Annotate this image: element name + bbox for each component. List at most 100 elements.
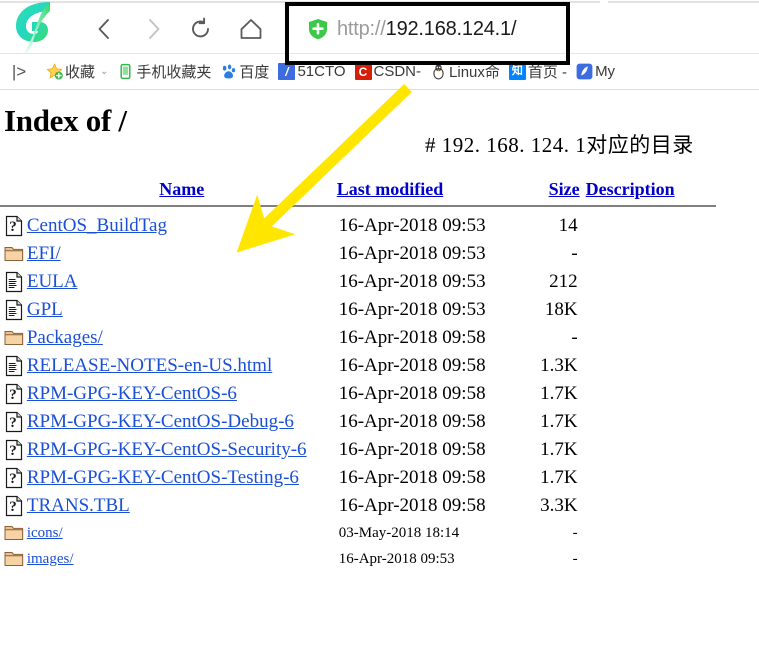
row-modified-cell: 16-Apr-2018 09:53 [338, 243, 486, 264]
bookmark-zhihu[interactable]: 知 首页 - [508, 57, 567, 87]
column-header-icon [0, 176, 27, 202]
bookmark-my[interactable]: My [576, 57, 615, 87]
browser-toolbar: http://192.168.124.1/ [0, 2, 759, 56]
row-name-cell: RPM-GPG-KEY-CentOS-Debug-6 [27, 408, 337, 436]
bookmark-favorites[interactable]: 收藏 ⌄ [46, 57, 108, 87]
row-description-cell [586, 380, 720, 408]
row-icon-cell: ? [0, 380, 27, 408]
file-link[interactable]: Packages/ [27, 327, 103, 348]
row-modified-cell: 03-May-2018 18:14 [338, 524, 460, 541]
row-size-cell: 3.3K [540, 495, 578, 516]
file-link[interactable]: RPM-GPG-KEY-CentOS-Testing-6 [27, 467, 299, 488]
file-link[interactable]: EULA [27, 271, 78, 292]
row-description-cell [586, 436, 720, 464]
folder-icon [4, 331, 24, 345]
directory-listing-body: ? CentOS_BuildTag 16-Apr-2018 09:53 14 EFI/1… [0, 212, 720, 572]
svg-text:?: ? [9, 387, 17, 403]
reload-button[interactable] [182, 10, 220, 48]
sort-by-description-link[interactable]: Description [586, 179, 675, 199]
file-link[interactable]: icons/ [27, 525, 63, 541]
bookmark-linux[interactable]: Linux命 [430, 57, 500, 87]
bookmark-label: Linux命 [449, 64, 500, 81]
row-modified-cell: 16-Apr-2018 09:53 [338, 550, 455, 567]
address-bar[interactable]: http://192.168.124.1/ [288, 9, 758, 49]
text-file-icon [5, 299, 23, 321]
svg-text:?: ? [9, 471, 17, 487]
bookmark-mobile-favorites[interactable]: 手机收藏夹 [117, 57, 211, 87]
chevron-right-icon [149, 19, 160, 39]
row-name-cell: GPL [27, 296, 337, 324]
folder-icon [4, 247, 24, 261]
row-icon-cell: ? [0, 492, 27, 520]
svg-text:?: ? [9, 219, 17, 235]
bookmark-label: My [595, 63, 616, 80]
table-row: RELEASE-NOTES-en-US.html 16-Apr-2018 09:5… [0, 352, 720, 380]
home-button[interactable] [232, 10, 270, 48]
column-header-description[interactable]: Description [586, 176, 720, 202]
bookmark-label: 百度 [239, 64, 270, 81]
file-link[interactable]: RPM-GPG-KEY-CentOS-6 [27, 383, 237, 404]
tab-seam [608, 1, 759, 3]
row-description-cell [586, 408, 720, 436]
folder-icon [4, 552, 24, 566]
chevron-down-icon[interactable]: ⌄ [100, 66, 108, 77]
home-icon [240, 19, 262, 39]
row-icon-cell [0, 546, 27, 572]
file-link[interactable]: RELEASE-NOTES-en-US.html [27, 355, 272, 376]
sort-by-name-link[interactable]: Name [159, 179, 204, 199]
svg-text:?: ? [9, 415, 17, 431]
text-file-icon [5, 271, 23, 293]
bookmark-baidu[interactable]: 百度 [220, 57, 269, 87]
back-button[interactable] [86, 10, 124, 48]
row-name-cell: RPM-GPG-KEY-CentOS-Security-6 [27, 436, 337, 464]
directory-index-page: Index of / # 192. 168. 124. 1对应的目录 Name … [0, 90, 759, 671]
unknown-file-icon: ? [5, 495, 23, 517]
table-row: Packages/16-Apr-2018 09:58 - [0, 324, 720, 352]
file-link[interactable]: GPL [27, 299, 63, 320]
row-description-cell [586, 268, 720, 296]
sort-by-size-link[interactable]: Size [549, 179, 580, 199]
row-icon-cell: ? [0, 436, 27, 464]
bookmarks-overflow-button[interactable]: |> [6, 62, 32, 82]
row-name-cell: TRANS.TBL [27, 492, 337, 520]
row-description-cell [586, 324, 720, 352]
svg-text:?: ? [9, 499, 17, 515]
file-link[interactable]: RPM-GPG-KEY-CentOS-Security-6 [27, 439, 307, 460]
green-shield-plus-icon[interactable] [308, 18, 328, 40]
penguin-icon [430, 63, 447, 80]
row-name-cell: CentOS_BuildTag [27, 212, 337, 240]
row-icon-cell [0, 296, 27, 324]
baidu-paw-icon [220, 63, 237, 80]
row-size-cell: - [571, 243, 578, 264]
row-size-cell: 212 [549, 271, 578, 292]
unknown-file-icon: ? [5, 383, 23, 405]
column-header-name[interactable]: Name [27, 176, 337, 202]
file-link[interactable]: RPM-GPG-KEY-CentOS-Debug-6 [27, 411, 294, 432]
reload-icon [192, 17, 209, 38]
column-header-size[interactable]: Size [528, 176, 586, 202]
bookmark-csdn[interactable]: C CSDN- [354, 57, 421, 87]
row-name-cell: EULA [27, 268, 337, 296]
row-size-cell: 1.7K [540, 411, 578, 432]
svg-text:?: ? [9, 443, 17, 459]
forward-button[interactable] [134, 10, 172, 48]
file-link[interactable]: EFI/ [27, 243, 61, 264]
table-row: ? RPM-GPG-KEY-CentOS-Debug-6 16-Apr-2018 0… [0, 408, 720, 436]
feather-square-icon [576, 63, 593, 80]
file-link[interactable]: images/ [27, 551, 74, 567]
row-size-cell: - [572, 524, 578, 541]
row-name-cell: images/ [27, 546, 337, 572]
table-row: ? CentOS_BuildTag 16-Apr-2018 09:53 14 [0, 212, 720, 240]
bookmark-51cto[interactable]: / 51CTO [278, 57, 346, 87]
file-link[interactable]: CentOS_BuildTag [27, 215, 167, 236]
table-row: EFI/16-Apr-2018 09:53 - [0, 240, 720, 268]
file-link[interactable]: TRANS.TBL [27, 495, 130, 516]
address-bar-text[interactable]: http://192.168.124.1/ [337, 18, 517, 41]
table-header-row: Name Last modified Size Description [0, 176, 720, 202]
table-row: EULA 16-Apr-2018 09:53 212 [0, 268, 720, 296]
directory-annotation-note: # 192. 168. 124. 1对应的目录 [425, 133, 694, 157]
row-modified-cell: 16-Apr-2018 09:58 [338, 355, 486, 376]
row-description-cell [586, 520, 720, 546]
column-header-modified[interactable]: Last modified [337, 176, 528, 202]
sort-by-modified-link[interactable]: Last modified [337, 179, 444, 199]
